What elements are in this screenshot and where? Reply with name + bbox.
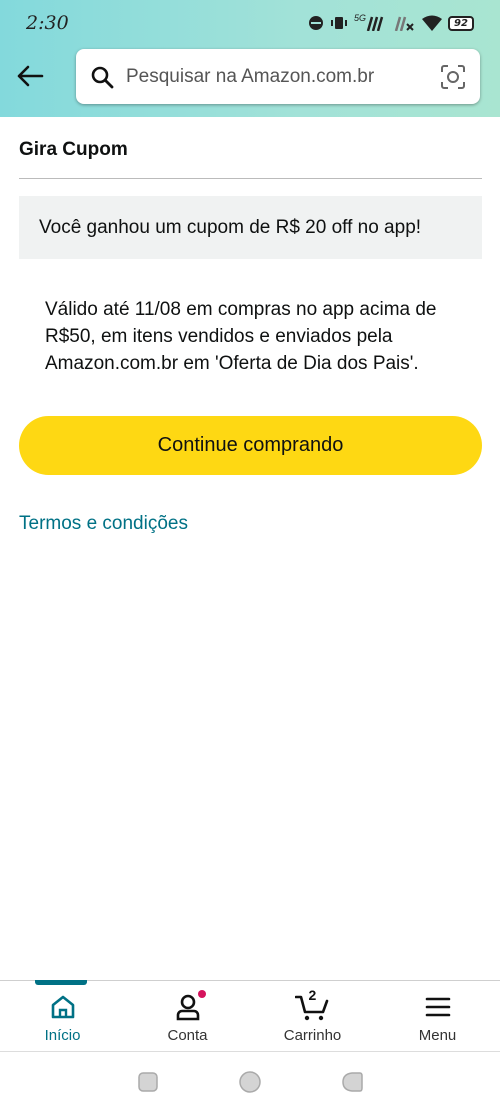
account-icon-wrap [174,990,206,1021]
home-button-icon[interactable] [238,1070,262,1094]
network-type-label: 5G [353,13,366,23]
search-bar[interactable] [76,49,480,104]
nav-label-menu: Menu [418,1027,457,1044]
notification-dot [197,990,206,998]
back-arrow-icon [17,65,44,87]
status-bar: 2:30 5G 92 [0,0,500,46]
terms-link[interactable]: Termos e condições [19,513,188,535]
wifi-icon [422,15,442,31]
nav-label-cart: Carrinho [283,1027,342,1044]
do-not-disturb-icon [308,16,323,30]
back-system-icon[interactable] [340,1070,364,1094]
search-input[interactable] [126,65,440,88]
vibrate-icon [330,17,347,29]
back-button[interactable] [12,58,48,94]
camera-search-icon[interactable] [440,64,466,90]
nav-item-account[interactable]: Conta [125,981,250,1052]
status-time: 2:30 [26,12,69,34]
signal-weak-icon [394,16,414,31]
battery-indicator: 92 [448,15,474,31]
nav-label-home: Início [44,1027,81,1044]
search-icon [91,66,114,88]
coupon-details: Válido até 11/08 em compras no app acima… [45,299,437,374]
nav-label-account: Conta [167,1027,208,1044]
divider [19,178,482,179]
status-icons: 5G 92 [308,13,474,31]
cart-icon-wrap: 2 [294,987,331,1021]
nav-item-cart[interactable]: 2 Carrinho [250,981,375,1052]
account-icon [176,994,199,1021]
coupon-banner-text: Você ganhou um cupom de R$ 20 off no app… [39,216,422,238]
bottom-nav: Início Conta 2 Carrinho Menu [0,980,500,1052]
nav-item-home[interactable]: Início [0,980,125,1052]
continue-shopping-button[interactable]: Continue comprando [19,416,482,475]
menu-icon [425,997,450,1017]
active-tab-indicator [35,980,87,985]
nav-item-menu[interactable]: Menu [375,981,500,1052]
recents-icon[interactable] [136,1070,160,1094]
coupon-banner: Você ganhou um cupom de R$ 20 off no app… [19,196,482,259]
cart-count: 2 [308,987,317,1003]
page-title: Gira Cupom [19,139,128,160]
system-navigation-bar [0,1052,500,1111]
home-icon [51,995,74,1019]
signal-icon [366,16,384,31]
